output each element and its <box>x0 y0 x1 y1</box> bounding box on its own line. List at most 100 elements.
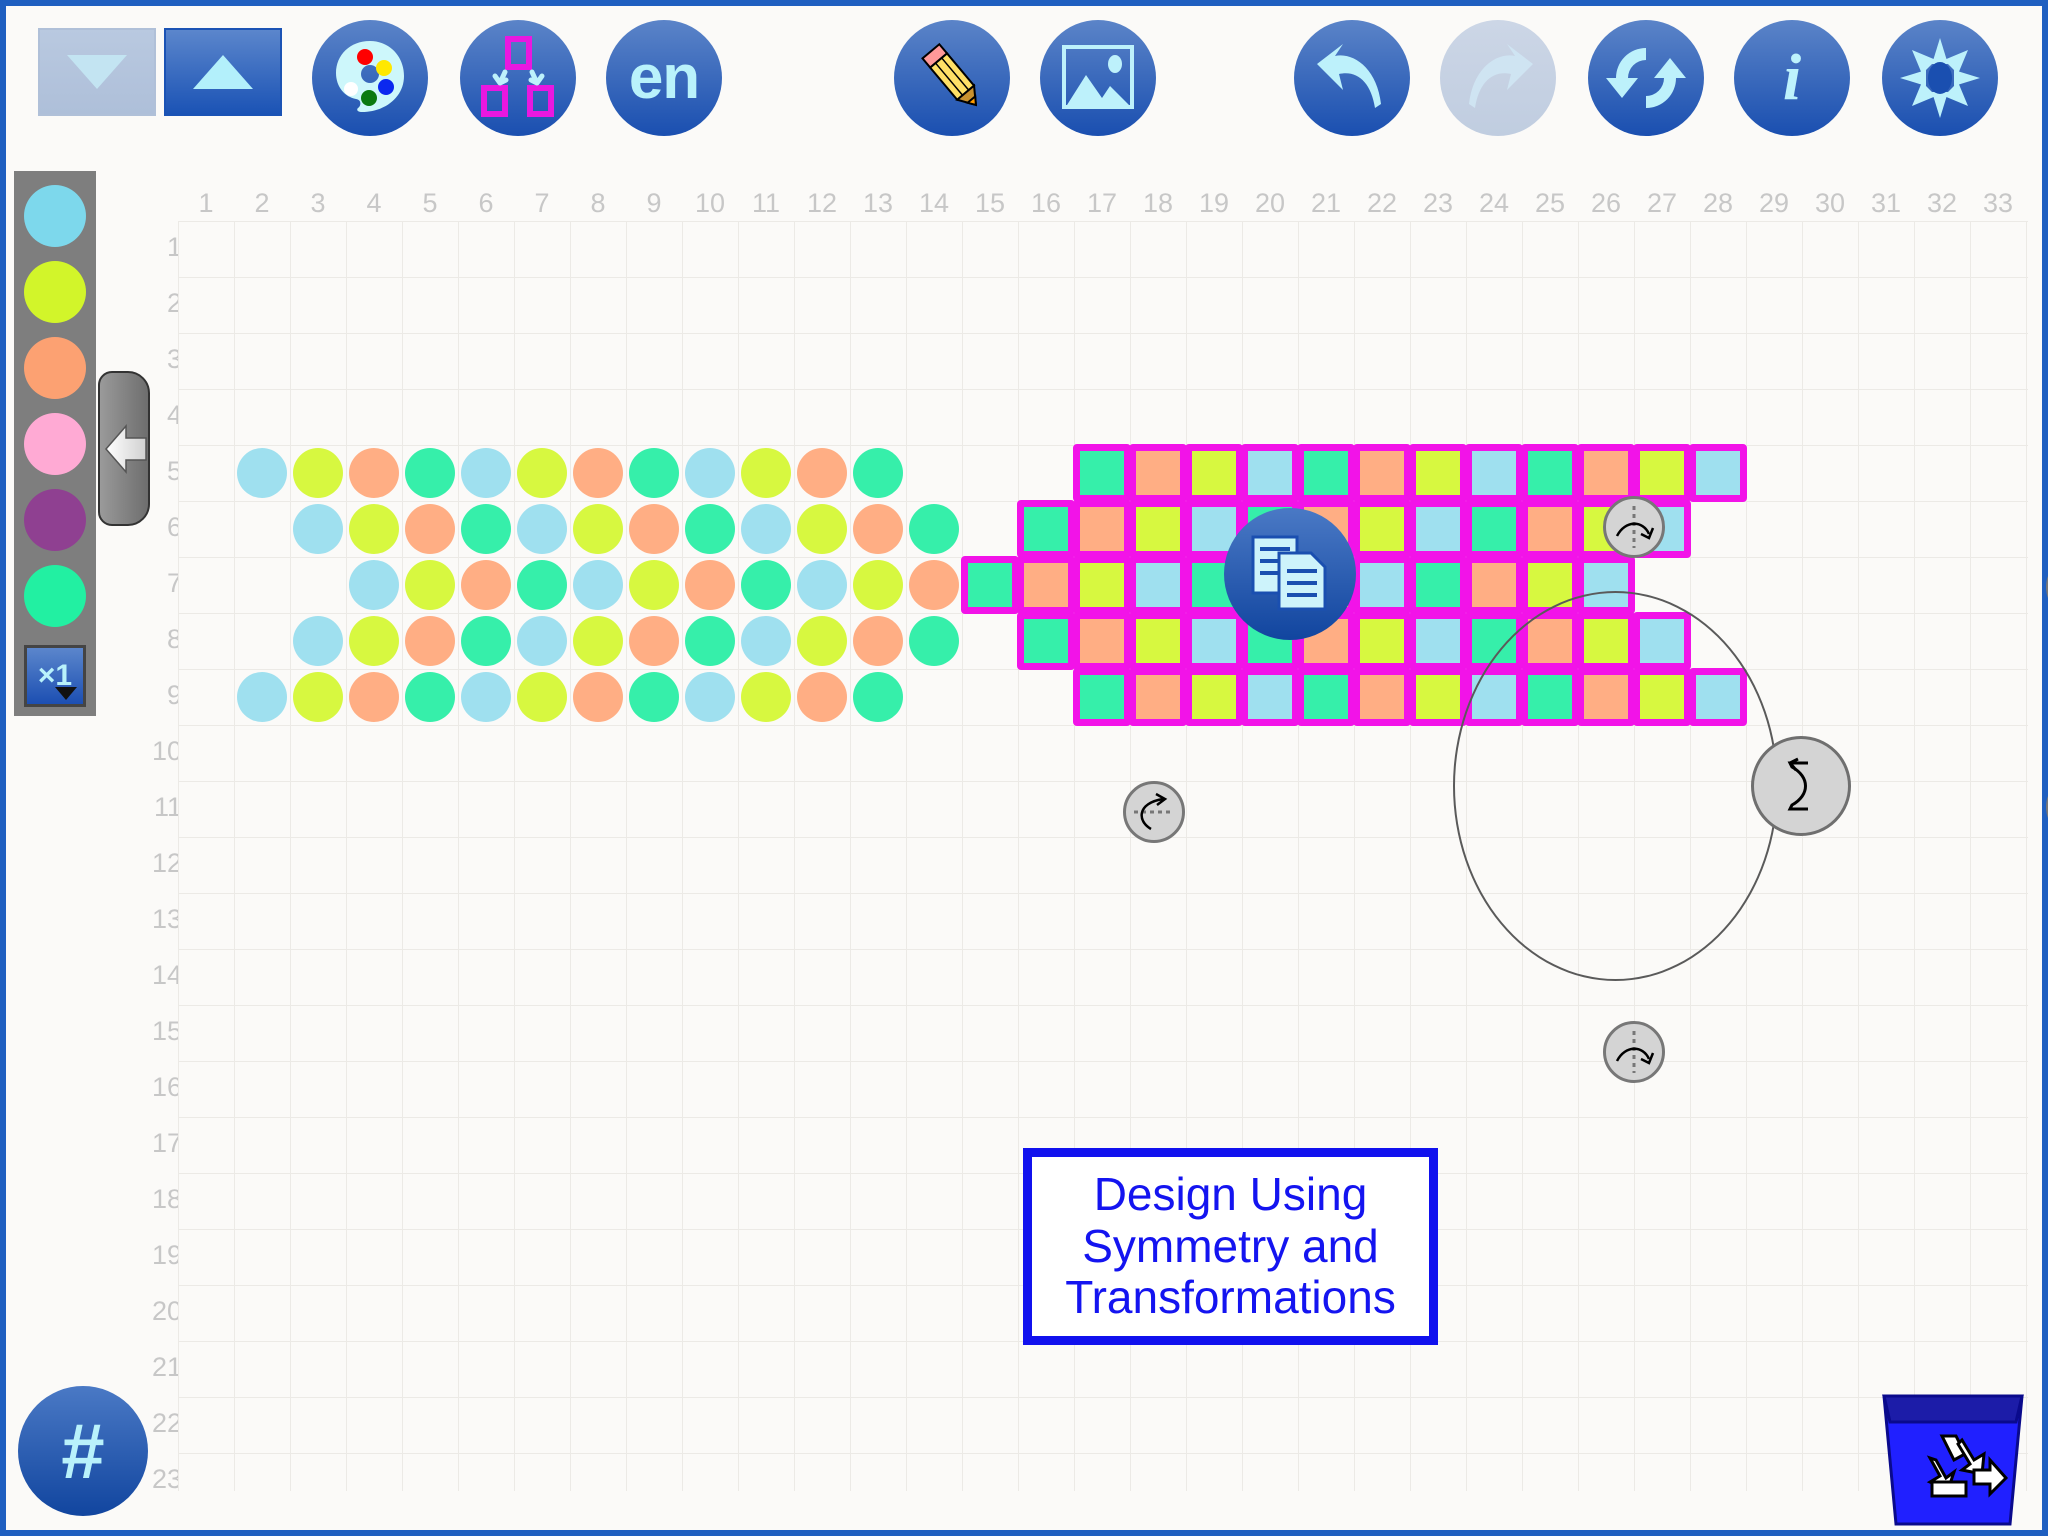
pattern-dot[interactable] <box>741 616 791 666</box>
pattern-dot[interactable] <box>797 448 847 498</box>
pattern-dot[interactable] <box>517 672 567 722</box>
pattern-dot[interactable] <box>853 448 903 498</box>
pattern-dot[interactable] <box>293 448 343 498</box>
pattern-dot[interactable] <box>909 560 959 610</box>
settings-button[interactable] <box>1882 20 1998 136</box>
pattern-dot[interactable] <box>629 672 679 722</box>
pattern-dot[interactable] <box>797 616 847 666</box>
pattern-dot[interactable] <box>573 672 623 722</box>
transform-button[interactable] <box>460 20 576 136</box>
hash-icon: # <box>61 1406 105 1495</box>
pattern-dot[interactable] <box>629 560 679 610</box>
selection-outline <box>1465 500 1523 558</box>
flip-handle-top[interactable] <box>1603 496 1665 558</box>
pattern-dot[interactable] <box>629 616 679 666</box>
pattern-dot[interactable] <box>573 616 623 666</box>
flip-vertical-icon <box>1609 1027 1659 1077</box>
swatch-yellowgreen[interactable] <box>24 261 86 323</box>
column-label: 8 <box>590 188 606 218</box>
flip-handle-left[interactable] <box>1123 781 1185 843</box>
refresh-button[interactable] <box>1588 20 1704 136</box>
pattern-dot[interactable] <box>461 616 511 666</box>
pattern-dot[interactable] <box>909 616 959 666</box>
pattern-dot[interactable] <box>685 616 735 666</box>
pattern-dot[interactable] <box>741 504 791 554</box>
swatch-pink[interactable] <box>24 413 86 475</box>
column-ruler: 1 2 3 4 5 6 7 8 9 10 11 12 13 14 15 16 17 18 19 20 21 22 23 24 2… <box>178 188 2028 222</box>
undo-button[interactable] <box>1294 20 1410 136</box>
pattern-dot[interactable] <box>685 504 735 554</box>
pattern-dot[interactable] <box>349 448 399 498</box>
palette-button[interactable] <box>312 20 428 136</box>
draw-button[interactable] <box>894 20 1010 136</box>
pattern-dot[interactable] <box>349 504 399 554</box>
selection-outline <box>1185 668 1243 726</box>
pattern-dot[interactable] <box>573 448 623 498</box>
pattern-dot[interactable] <box>405 448 455 498</box>
pattern-dot[interactable] <box>237 672 287 722</box>
pattern-dot[interactable] <box>461 448 511 498</box>
pattern-dot[interactable] <box>685 672 735 722</box>
pattern-dot[interactable] <box>685 448 735 498</box>
selection-outline <box>1633 444 1691 502</box>
rotate-handle-center[interactable] <box>1751 736 1851 836</box>
duplicate-button[interactable] <box>1224 508 1356 640</box>
recycle-bin-button[interactable] <box>1870 1374 2036 1530</box>
pattern-dot[interactable] <box>797 672 847 722</box>
column-label: 28 <box>1702 188 1734 218</box>
multiplier-button[interactable]: ×1 <box>24 645 86 707</box>
pattern-dot[interactable] <box>741 448 791 498</box>
swatch-green[interactable] <box>24 565 86 627</box>
pattern-dot[interactable] <box>853 504 903 554</box>
pattern-dot[interactable] <box>573 560 623 610</box>
pattern-dot[interactable] <box>909 504 959 554</box>
pattern-dot[interactable] <box>293 504 343 554</box>
pattern-dot[interactable] <box>517 504 567 554</box>
pattern-dot[interactable] <box>853 616 903 666</box>
palette-collapse-handle[interactable] <box>98 371 150 526</box>
column-label: 26 <box>1590 188 1622 218</box>
selection-outline <box>1185 612 1243 670</box>
pattern-dot[interactable] <box>797 504 847 554</box>
pattern-dot[interactable] <box>853 560 903 610</box>
image-button[interactable] <box>1040 20 1156 136</box>
pattern-dot[interactable] <box>797 560 847 610</box>
pattern-dot[interactable] <box>405 672 455 722</box>
pattern-dot[interactable] <box>741 560 791 610</box>
triangle-up-icon <box>193 55 253 89</box>
pattern-dot[interactable] <box>517 616 567 666</box>
swatch-purple[interactable] <box>24 489 86 551</box>
scroll-up-button[interactable] <box>164 28 282 116</box>
pattern-dot[interactable] <box>629 504 679 554</box>
title-card[interactable]: Design Using Symmetry and Transformation… <box>1023 1148 1438 1345</box>
pattern-dot[interactable] <box>237 448 287 498</box>
pattern-dot[interactable] <box>629 448 679 498</box>
pattern-dot[interactable] <box>293 672 343 722</box>
flip-handle-bottom[interactable] <box>1603 1021 1665 1083</box>
number-grid-button[interactable]: # <box>18 1386 148 1516</box>
pattern-dot[interactable] <box>461 672 511 722</box>
pattern-dot[interactable] <box>405 560 455 610</box>
column-label: 9 <box>646 188 662 218</box>
design-canvas[interactable]: Design Using Symmetry and Transformation… <box>178 221 2048 1491</box>
pattern-dot[interactable] <box>461 504 511 554</box>
info-button[interactable]: i <box>1734 20 1850 136</box>
pattern-dot[interactable] <box>349 560 399 610</box>
swatch-cyan[interactable] <box>24 185 86 247</box>
redo-button[interactable] <box>1440 20 1556 136</box>
pattern-dot[interactable] <box>349 672 399 722</box>
pattern-dot[interactable] <box>405 504 455 554</box>
pattern-dot[interactable] <box>293 616 343 666</box>
pattern-dot[interactable] <box>741 672 791 722</box>
pattern-dot[interactable] <box>517 448 567 498</box>
scroll-down-button[interactable] <box>38 28 156 116</box>
pattern-dot[interactable] <box>573 504 623 554</box>
swatch-orange[interactable] <box>24 337 86 399</box>
pattern-dot[interactable] <box>461 560 511 610</box>
pattern-dot[interactable] <box>517 560 567 610</box>
language-button[interactable]: en <box>606 20 722 136</box>
pattern-dot[interactable] <box>853 672 903 722</box>
pattern-dot[interactable] <box>349 616 399 666</box>
pattern-dot[interactable] <box>405 616 455 666</box>
pattern-dot[interactable] <box>685 560 735 610</box>
